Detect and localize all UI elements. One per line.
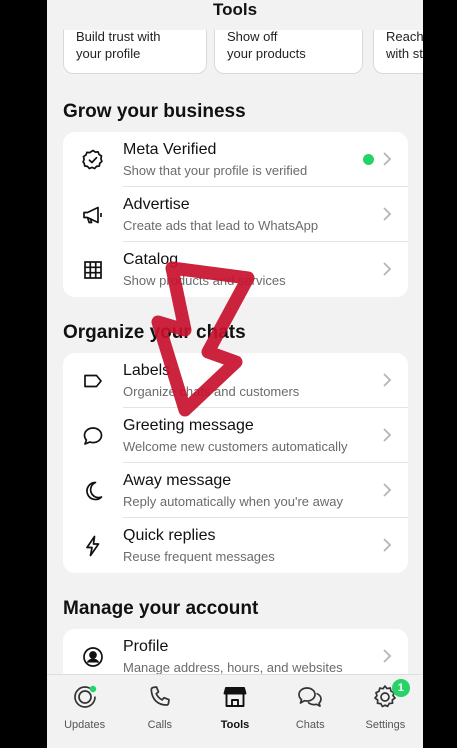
item-subtitle: Organize chats and customers <box>123 384 300 399</box>
chevron-right-icon <box>383 428 392 442</box>
page-title: Tools <box>212 0 258 19</box>
tab-label: Calls <box>147 719 173 731</box>
item-title: Greeting message <box>123 417 254 434</box>
list-item-greeting-message[interactable]: Greeting message Welcome new customers a… <box>63 408 408 463</box>
tab-chats[interactable]: Chats <box>273 675 348 748</box>
grid-icon <box>63 258 123 282</box>
card-line: your products <box>227 46 306 61</box>
tab-label: Chats <box>295 719 325 731</box>
updates-icon <box>73 685 96 708</box>
label-icon <box>63 369 123 393</box>
item-subtitle: Create ads that lead to WhatsApp <box>123 218 319 233</box>
item-title: Quick replies <box>123 527 216 544</box>
phone-icon <box>150 686 170 706</box>
chevron-right-icon <box>383 649 392 663</box>
tab-calls[interactable]: Calls <box>122 675 197 748</box>
tab-updates[interactable]: Updates <box>47 675 122 748</box>
phone-screen: Tools Build trust with your profile Show… <box>47 0 423 748</box>
tab-label: Settings <box>365 719 406 731</box>
item-title: Catalog <box>123 251 179 268</box>
item-subtitle: Reply automatically when you're away <box>123 494 343 509</box>
profile-icon <box>63 645 123 669</box>
chat-bubble-icon <box>63 424 123 448</box>
list-item-away-message[interactable]: Away message Reply automatically when yo… <box>63 463 408 518</box>
grow-business-list: Meta Verified Show that your profile is … <box>63 132 408 297</box>
tab-label: Updates <box>64 719 106 731</box>
card-line: your profile <box>76 46 141 61</box>
feature-cards-carousel[interactable]: Build trust with your profile Show off y… <box>47 22 423 76</box>
chevron-right-icon <box>383 207 392 221</box>
card-line: Build trust with <box>76 29 161 44</box>
chats-icon <box>298 687 323 707</box>
item-subtitle: Show products and services <box>123 273 286 288</box>
tab-tools[interactable]: Tools <box>197 675 272 748</box>
tab-label: Tools <box>220 719 250 731</box>
list-item-catalog[interactable]: Catalog Show products and services <box>63 242 408 297</box>
moon-icon <box>63 479 123 503</box>
chevron-right-icon <box>383 373 392 387</box>
chevron-right-icon <box>383 262 392 276</box>
item-title: Meta Verified <box>123 141 217 158</box>
item-title: Profile <box>123 638 169 655</box>
card-line: Show off <box>227 29 278 44</box>
chevron-right-icon <box>383 538 392 552</box>
status-dot <box>363 154 374 165</box>
item-subtitle: Manage address, hours, and websites <box>123 660 343 675</box>
item-subtitle: Welcome new customers automatically <box>123 439 348 454</box>
item-subtitle: Show that your profile is verified <box>123 163 308 178</box>
chevron-right-icon <box>383 152 392 166</box>
item-title: Advertise <box>123 196 190 213</box>
card-line: Reach <box>386 29 423 44</box>
list-item-quick-replies[interactable]: Quick replies Reuse frequent messages <box>63 518 408 573</box>
section-title-manage: Manage your account <box>63 598 259 619</box>
verified-badge-icon <box>63 148 123 172</box>
section-title-organize: Organize your chats <box>63 322 246 343</box>
megaphone-icon <box>63 203 123 227</box>
lightning-icon <box>63 534 123 558</box>
card-line: with st <box>386 46 423 61</box>
top-bar: Tools <box>47 0 423 30</box>
list-item-advertise[interactable]: Advertise Create ads that lead to WhatsA… <box>63 187 408 242</box>
bottom-tab-bar: Updates Calls Tools Chats 1 Settings <box>47 674 423 748</box>
store-icon <box>223 687 247 707</box>
organize-chats-list: Labels Organize chats and customers Gree… <box>63 353 408 573</box>
section-title-grow: Grow your business <box>63 101 246 122</box>
item-subtitle: Reuse frequent messages <box>123 549 275 564</box>
tab-settings[interactable]: 1 Settings <box>348 675 423 748</box>
chevron-right-icon <box>383 483 392 497</box>
list-item-labels[interactable]: Labels Organize chats and customers <box>63 353 408 408</box>
notification-badge: 1 <box>391 679 410 697</box>
item-title: Labels <box>123 362 171 379</box>
list-item-meta-verified[interactable]: Meta Verified Show that your profile is … <box>63 132 408 187</box>
item-title: Away message <box>123 472 232 489</box>
